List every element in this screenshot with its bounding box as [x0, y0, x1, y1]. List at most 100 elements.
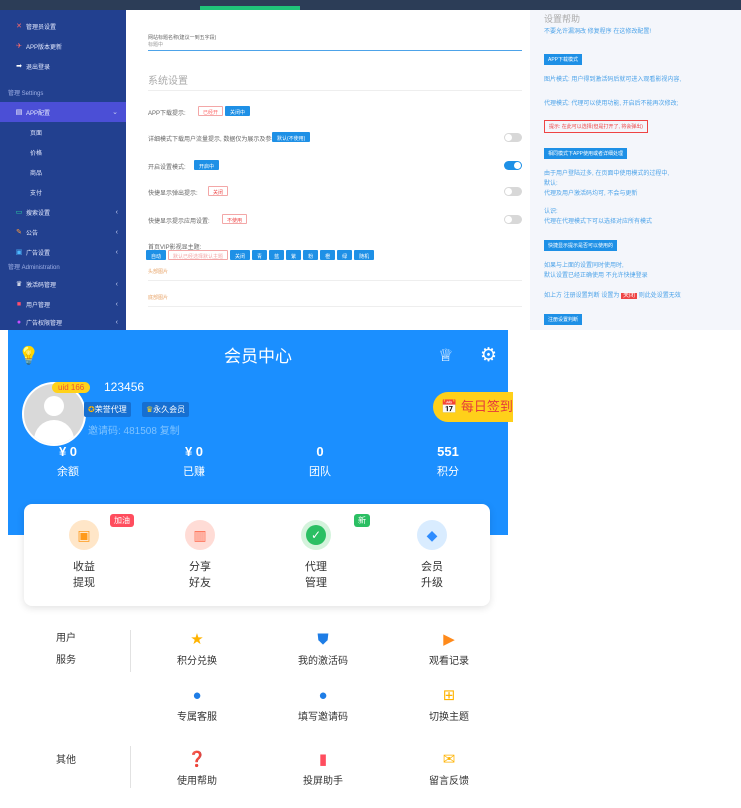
quick-label: 代理 — [305, 561, 327, 573]
chevron-left-icon: ‹ — [115, 208, 118, 216]
sidebar-item-search[interactable]: ▭ 搜索设置 ‹ — [0, 202, 126, 222]
daily-checkin-button[interactable]: 📅 每日签到 — [433, 392, 513, 422]
shield-icon: ⛊ — [317, 631, 329, 648]
segmented-quick-popup: 关闭 — [208, 186, 230, 196]
crown-icon[interactable]: ♕ — [438, 346, 453, 366]
app-icon: ▤ — [15, 109, 23, 116]
help-text: 如上方 注册设置判断 设置为 — [544, 293, 620, 299]
option-default[interactable]: 默认(不使用) — [272, 132, 311, 142]
sidebar-item-users[interactable]: ■ 用户管理 ‹ — [0, 294, 126, 314]
option-on[interactable]: 开启中 — [194, 160, 220, 170]
tag-cheer: 加油 — [110, 514, 134, 527]
group-label-line: 服务 — [56, 655, 76, 666]
help-btn-quick[interactable]: 快捷显示提示是否可以使用的 — [544, 240, 618, 251]
theme-default[interactable]: 默认已经选择默认主题 — [168, 250, 229, 260]
quick-share-friends[interactable]: ▥ 分享 好友 — [160, 520, 240, 590]
service-label: 我的激活码 — [298, 656, 348, 667]
row-label-quick-popup: 快捷显示弹出提示: — [148, 191, 198, 197]
theme-orange[interactable]: 橙 — [320, 250, 336, 260]
theme-auto[interactable]: 自动 — [146, 250, 167, 260]
quick-actions-card: ▣ 收益 提现 加油 ▥ 分享 好友 ✓ 代理 管理 新 ◆ 会员 升级 — [24, 504, 490, 606]
badge-label: 永久会员 — [153, 405, 186, 414]
sidebar-item-label: APP版本更新 — [26, 44, 63, 51]
sidebar-subitem-page[interactable]: 页面 — [0, 122, 126, 142]
other-screen-cast[interactable]: ▮ 投屏助手 — [258, 750, 388, 787]
quick-vip-upgrade[interactable]: ◆ 会员 升级 — [392, 520, 472, 590]
sidebar-item-notice[interactable]: ✎ 公告 ‹ — [0, 222, 126, 242]
sidebar-item-app-update[interactable]: ✈ APP版本更新 — [0, 36, 126, 56]
checkin-label: 每日签到 — [460, 399, 513, 414]
stat-balance[interactable]: ¥ 0 余额 — [8, 444, 128, 479]
service-watch-history[interactable]: ▶ 观看记录 — [384, 630, 514, 667]
link-header-image[interactable]: 头部图片 — [148, 268, 168, 275]
toggle-detail-mode[interactable] — [504, 133, 522, 142]
invite-code[interactable]: 邀请码: 481508 复制 — [88, 422, 180, 437]
medal-icon: ✪ — [88, 405, 95, 414]
stat-value: ¥ 0 — [184, 444, 204, 459]
grid-icon: ⊞ — [442, 687, 456, 704]
help-btn-register[interactable]: 注册设置判断 — [544, 314, 583, 325]
quick-label: 管理 — [305, 577, 327, 589]
help-btn-same-mode[interactable]: 相同模式下APP使用或者详细处理 — [544, 148, 628, 159]
stat-earned[interactable]: ¥ 0 已赚 — [134, 444, 254, 479]
service-my-codes[interactable]: ⛊ 我的激活码 — [258, 630, 388, 667]
help-line: 由于用户登陆过多, 在页面中使用模式的过程中, — [544, 171, 670, 177]
gear-icon[interactable]: ⚙ — [480, 344, 497, 367]
theme-cyan[interactable]: 青 — [252, 250, 268, 260]
link-footer-image[interactable]: 底部图片 — [148, 294, 168, 301]
theme-purple[interactable]: 紫 — [286, 250, 302, 260]
group-label-user-services: 用户 服务 — [56, 628, 76, 672]
other-feedback[interactable]: ✉ 留言反馈 — [384, 750, 514, 787]
option-off[interactable]: 关闭 — [208, 186, 229, 196]
sidebar-item-codes[interactable]: ♛ 激活码管理 ‹ — [0, 274, 126, 294]
sidebar-item-label: 激活码管理 — [26, 282, 57, 289]
other-label: 留言反馈 — [429, 776, 469, 787]
row-label-app-download: APP下载提示: — [148, 111, 186, 117]
tv-icon: ▶ — [443, 631, 455, 648]
stat-points[interactable]: 551 积分 — [388, 444, 508, 479]
other-help[interactable]: ❓ 使用帮助 — [132, 750, 262, 787]
help-tag-off: 关闭 — [621, 293, 638, 299]
option-unused[interactable]: 不使用 — [222, 214, 248, 224]
sidebar-item-ads[interactable]: ▣ 广告设置 ‹ — [0, 242, 126, 262]
option-closed[interactable]: 关闭中 — [225, 106, 251, 116]
user-icon: ■ — [16, 300, 22, 308]
admin-sidebar: ✕ 管理员设置 ✈ APP版本更新 ➡ 退出登录 管理 Settings ▤ APP配置… — [0, 10, 126, 330]
sidebar-item-admin-settings[interactable]: ✕ 管理员设置 — [0, 16, 126, 36]
help-title: 设置帮助 — [544, 14, 581, 24]
theme-blue[interactable]: 蓝 — [269, 250, 285, 260]
help-warning: 提示: 在此可以选择(但是打开了, 将会弹出) — [544, 120, 648, 133]
sidebar-subitem-goods[interactable]: 商品 — [0, 162, 126, 182]
tag-new: 新 — [354, 514, 370, 527]
toggle-quick-popup[interactable] — [504, 187, 522, 196]
service-customer-support[interactable]: ● 专属客服 — [132, 686, 262, 723]
service-label: 积分兑换 — [177, 656, 217, 667]
quick-agent-manage[interactable]: ✓ 代理 管理 — [276, 520, 356, 590]
sidebar-subitem-price[interactable]: 价格 — [0, 142, 126, 162]
service-enter-invite[interactable]: ● 填写邀请码 — [258, 686, 388, 723]
help-btn-app-download[interactable]: APP下载模式 — [544, 54, 583, 65]
field-input-site-title[interactable]: 标题中 — [148, 41, 163, 48]
subitem-label: 页面 — [30, 130, 43, 137]
stat-label: 团队 — [309, 466, 331, 478]
stat-team[interactable]: 0 团队 — [260, 444, 380, 479]
theme-green[interactable]: 绿 — [337, 250, 353, 260]
sidebar-item-app-config[interactable]: ▤ APP配置 ⌄ — [0, 102, 126, 122]
toggle-quick-tip[interactable] — [504, 215, 522, 224]
service-switch-theme[interactable]: ⊞ 切换主题 — [384, 686, 514, 723]
theme-off[interactable]: 关闭 — [230, 250, 251, 260]
theme-random[interactable]: 随机 — [354, 250, 375, 260]
badge-vip: ♛永久会员 — [142, 402, 190, 417]
close-icon: ✕ — [16, 23, 22, 30]
quick-label: 分享 — [189, 561, 211, 573]
theme-pink[interactable]: 粉 — [303, 250, 319, 260]
group-label-line: 用户 — [56, 633, 76, 644]
service-points-exchange[interactable]: ★ 积分兑换 — [132, 630, 262, 667]
option-open[interactable]: 已经开 — [198, 106, 224, 116]
toggle-settings-mode[interactable] — [504, 161, 522, 170]
avatar-head — [44, 396, 64, 416]
sidebar-item-logout[interactable]: ➡ 退出登录 — [0, 56, 126, 76]
sidebar-item-ad-permissions[interactable]: ● 广告权限管理 ‹ — [0, 312, 126, 330]
quick-earnings-withdraw[interactable]: ▣ 收益 提现 — [44, 520, 124, 590]
sidebar-subitem-pay[interactable]: 支付 — [0, 182, 126, 202]
